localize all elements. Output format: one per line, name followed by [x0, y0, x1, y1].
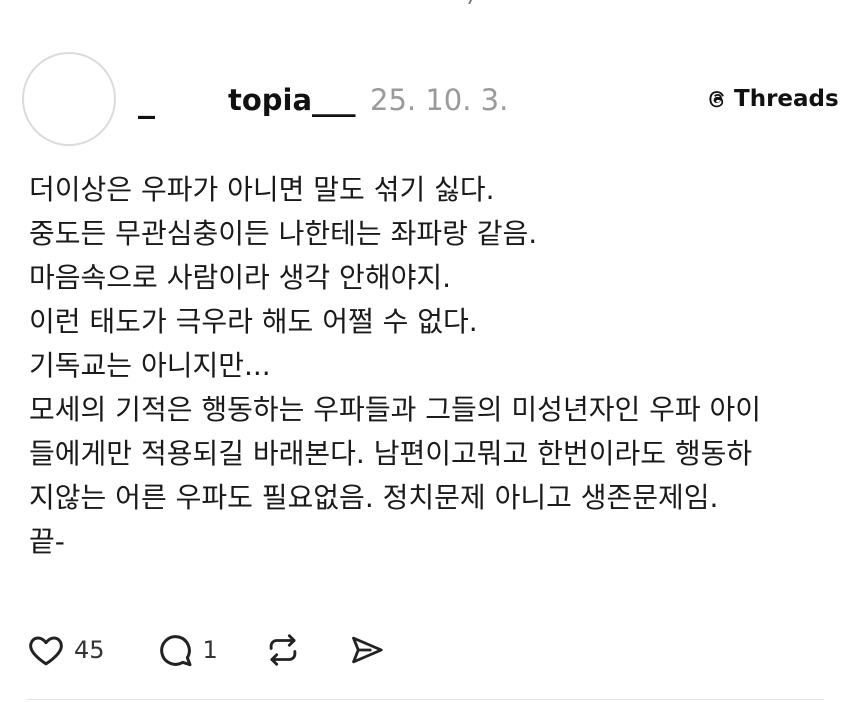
post-actions: 45 1 [26, 628, 386, 672]
post-line: 기독교는 아니지만... [29, 349, 271, 382]
send-icon [348, 631, 386, 669]
repost-icon [264, 631, 302, 669]
post-line: 마음속으로 사람이라 생각 안해야지. [29, 261, 452, 294]
post-header: _ topia___ 25. 10. 3. Threads [0, 0, 850, 160]
display-name[interactable]: _ [138, 80, 157, 120]
like-button[interactable]: 45 [26, 630, 105, 670]
like-count: 45 [74, 636, 105, 664]
repost-button[interactable] [264, 631, 302, 669]
post-line: 더이상은 우파가 아니면 말도 섞기 싫다. [29, 173, 495, 206]
post-line: 들에게만 적용되길 바래본다. 남편이고뭐고 한번이라도 행동하 [29, 437, 753, 470]
post-date: 25. 10. 3. [370, 83, 509, 117]
post-body: 더이상은 우파가 아니면 말도 섞기 싫다. 중도든 무관심충이든 나한테는 좌… [29, 168, 829, 564]
thread-post: _ topia___ 25. 10. 3. Threads 더이상은 우파가 아… [0, 0, 850, 702]
heart-icon [26, 630, 66, 670]
threads-label: Threads [734, 86, 839, 112]
share-button[interactable] [348, 631, 386, 669]
threads-logo-icon [704, 86, 730, 112]
post-line: 모세의 기적은 행동하는 우파들과 그들의 미성년자인 우파 아이 [29, 393, 762, 426]
post-line: 중도든 무관심충이든 나한테는 좌파랑 같음. [29, 217, 538, 250]
post-line: 지않는 어른 우파도 필요없음. 정치문제 아니고 생존문제임. [29, 481, 719, 514]
post-line: 이런 태도가 극우라 해도 어쩔 수 없다. [29, 305, 478, 338]
threads-source-badge[interactable]: Threads [704, 84, 839, 114]
reply-button[interactable]: 1 [155, 630, 218, 670]
username[interactable]: topia___ [228, 80, 356, 120]
post-divider [26, 699, 824, 700]
comment-icon [155, 630, 195, 670]
reply-count: 1 [202, 636, 218, 664]
post-line: 끝- [29, 525, 65, 558]
avatar[interactable] [22, 52, 116, 146]
